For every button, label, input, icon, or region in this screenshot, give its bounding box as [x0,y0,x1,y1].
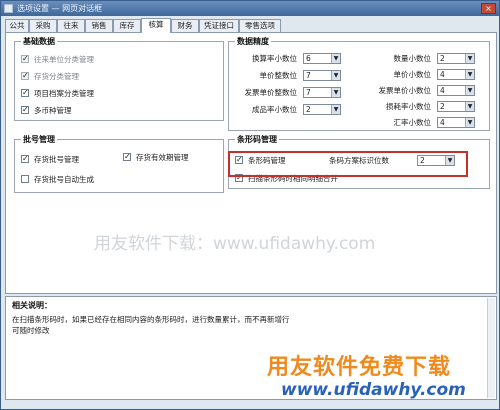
chevron-down-icon: ▼ [331,88,340,97]
project-category-option: 项目档案分类管理 [21,87,94,99]
batch-autogen-label: 存货批号自动生成 [34,175,94,184]
unit-category-checkbox[interactable] [21,53,29,64]
tab-content: 基础数据 往来单位分类管理 存货分类管理 项目档案分类管理 多币种管理 数据精度… [5,32,497,294]
invoice-price-integer-select[interactable]: 7 ▼ [303,87,341,98]
exchange-rate-decimals-label: 汇率小数位 [393,118,432,127]
description-line-1: 在扫描条形码时，如果已经存在相同内容的条形码时，进行数量累计，而不再新增行 [12,315,290,324]
inventory-category-label: 存货分类管理 [34,72,79,81]
loss-rate-decimals-label: 损耗率小数位 [386,102,431,111]
chevron-down-icon: ▼ [331,71,340,80]
expiry-manage-checkbox[interactable] [123,151,131,162]
expiry-manage-label: 存货有效期管理 [136,153,189,162]
barcode-title: 条形码管理 [235,134,279,145]
chevron-down-icon: ▼ [465,86,474,95]
description-title: 相关说明： [12,301,52,310]
conversion-rate-decimals-label: 换算率小数位 [252,54,297,63]
expiry-manage-option: 存货有效期管理 [123,151,189,163]
batch-autogen-option: 存货批号自动生成 [21,174,94,185]
brand-logo-line-2: www.ufidawhy.com [281,380,466,400]
yield-rate-decimals-select[interactable]: 2 ▼ [303,104,341,115]
quantity-decimals-label: 数量小数位 [393,54,432,63]
invoice-price-decimals-select[interactable]: 4 ▼ [437,85,475,96]
chevron-down-icon: ▼ [465,70,474,79]
multi-currency-label: 多币种管理 [34,106,72,115]
tab-finance[interactable]: 财务 [171,19,199,32]
quantity-decimals-select[interactable]: 2 ▼ [437,53,475,64]
basic-data-group: 基础数据 往来单位分类管理 存货分类管理 项目档案分类管理 多币种管理 [14,36,224,121]
barcode-highlight-box [228,151,468,177]
chevron-down-icon: ▼ [465,102,474,111]
window-title: 选项设置 — 网页对话框 [17,4,103,13]
precision-group: 数据精度 换算率小数位 6 ▼ 单价整数位 7 ▼ 发票单价整数位 7 ▼ 成品率小数… [228,36,490,131]
chevron-down-icon: ▼ [465,54,474,63]
tab-common[interactable]: 公共 [5,19,29,32]
project-category-label: 项目档案分类管理 [34,89,94,98]
precision-title: 数据精度 [235,36,271,47]
batch-title: 批号管理 [21,134,57,145]
unit-category-option: 往来单位分类管理 [21,53,94,65]
description-text: 在扫描条形码时，如果已经存在相同内容的条形码时，进行数量累计，而不再新增行 可随… [12,314,482,336]
tab-voucher-interface[interactable]: 凭证接口 [199,19,239,32]
options-dialog: 选项设置 — 网页对话框 × 公共 采购 往来 销售 库存 核算 财务 凭证接口… [0,0,500,410]
multi-currency-option: 多币种管理 [21,104,72,116]
unit-price-decimals-select[interactable]: 4 ▼ [437,69,475,80]
batch-group: 批号管理 存货批号管理 存货有效期管理 存货批号自动生成 [14,134,224,193]
tab-retail-options[interactable]: 零售选项 [239,19,281,32]
invoice-price-decimals-label: 发票单价小数位 [378,86,432,95]
tab-costing[interactable]: 核算 [141,18,171,33]
basic-data-title: 基础数据 [21,36,57,47]
batch-manage-checkbox[interactable] [21,153,29,164]
unit-price-integer-label: 单价整数位 [259,71,298,80]
close-button[interactable]: × [481,3,496,14]
brand-logo-line-1: 用友软件免费下载 [267,355,452,380]
inventory-category-option: 存货分类管理 [21,70,79,82]
multi-currency-checkbox[interactable] [21,104,29,115]
conversion-rate-decimals-select[interactable]: 6 ▼ [303,53,341,64]
app-icon [4,4,13,13]
project-category-checkbox[interactable] [21,87,29,98]
unit-price-decimals-label: 单价小数位 [393,70,432,79]
tab-accounts[interactable]: 往来 [57,19,85,32]
description-line-2: 可随时修改 [12,326,50,335]
batch-manage-option: 存货批号管理 [21,153,79,165]
inventory-category-checkbox[interactable] [21,70,29,81]
tab-strip: 公共 采购 往来 销售 库存 核算 财务 凭证接口 零售选项 [5,18,497,33]
unit-category-label: 往来单位分类管理 [34,55,94,64]
chevron-down-icon: ▼ [331,54,340,63]
brand-logo: 用友软件免费下载 www.ufidawhy.com [259,349,499,407]
invoice-price-integer-label: 发票单价整数位 [244,88,298,97]
batch-autogen-checkbox[interactable] [21,175,29,183]
tab-sales[interactable]: 销售 [85,19,113,32]
tab-purchase[interactable]: 采购 [29,19,57,32]
batch-manage-label: 存货批号管理 [34,155,79,164]
watermark-text: 用友软件下载：www.ufidawhy.com [94,234,376,254]
exchange-rate-decimals-select[interactable]: 4 ▼ [437,117,475,128]
chevron-down-icon: ▼ [331,105,340,114]
unit-price-integer-select[interactable]: 7 ▼ [303,70,341,81]
loss-rate-decimals-select[interactable]: 2 ▼ [437,101,475,112]
title-bar: 选项设置 — 网页对话框 × [1,1,499,16]
yield-rate-decimals-label: 成品率小数位 [252,105,297,114]
tab-inventory[interactable]: 库存 [113,19,141,32]
chevron-down-icon: ▼ [465,118,474,127]
